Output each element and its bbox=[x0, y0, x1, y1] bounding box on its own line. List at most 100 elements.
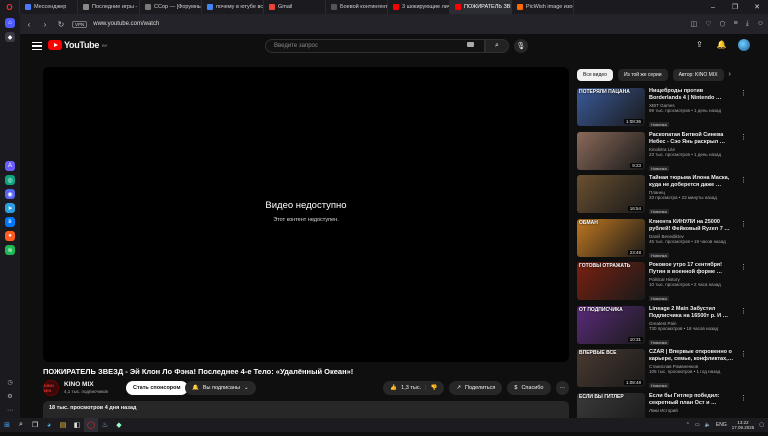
youtube-logo[interactable]: YouTube BY bbox=[48, 40, 107, 50]
spotify-icon[interactable]: ≋ bbox=[5, 245, 15, 255]
related-video-item[interactable]: 16:54 Тайная тюрьма Илона Маска, куда не … bbox=[577, 175, 747, 217]
dislike-icon[interactable]: 👎 bbox=[431, 381, 438, 395]
player-icon[interactable]: ● bbox=[5, 231, 15, 241]
thanks-button[interactable]: $ Спасибо bbox=[507, 381, 551, 395]
create-icon[interactable]: ⇪ bbox=[696, 40, 703, 49]
browser-tab[interactable]: почему в ютубе все вид… bbox=[202, 0, 264, 14]
clock[interactable]: 13:22 17.09.2025 bbox=[732, 420, 755, 431]
video-thumbnail[interactable]: ПОТЕРЯЛИ ПАЦАНА 1:08:36 bbox=[577, 88, 645, 126]
search-button[interactable]: ⌕ bbox=[485, 39, 509, 53]
search-input[interactable]: Введите запрос bbox=[265, 39, 485, 53]
video-thumbnail[interactable]: ОБМАН 23:48 bbox=[577, 218, 645, 257]
related-video-item[interactable]: 9:23 Раскопатая Битвой Синева Небес - Сэо… bbox=[577, 131, 747, 174]
guide-menu-icon[interactable] bbox=[32, 42, 42, 50]
related-video-title[interactable]: Тайная тюрьма Илона Маска, куда не добер… bbox=[649, 175, 737, 189]
opera-taskbar-icon[interactable]: ◯ bbox=[84, 418, 98, 432]
forward-icon[interactable]: › bbox=[40, 20, 50, 29]
steam-icon[interactable]: ♨ bbox=[98, 418, 112, 432]
volume-icon[interactable]: 🔈 bbox=[705, 422, 711, 428]
channel-avatar[interactable]: KINO MIX bbox=[43, 380, 59, 396]
filter-chip[interactable]: Из той же серии bbox=[617, 69, 668, 81]
more-vertical-icon[interactable]: ⋮ bbox=[740, 350, 747, 358]
more-vertical-icon[interactable]: ⋮ bbox=[740, 89, 747, 97]
related-video-title[interactable]: Нищеброды против Borderlands 4 | Nintend… bbox=[649, 88, 737, 102]
browser-tab[interactable]: Боевой контингент 2i Нет… bbox=[326, 0, 388, 14]
aria-icon[interactable]: A bbox=[5, 161, 15, 171]
tray-chevron-icon[interactable]: ⌃ bbox=[686, 422, 690, 428]
browser-tab[interactable]: Последние игры - Inv… bbox=[78, 0, 140, 14]
notifications-bell-icon[interactable]: 🔔 bbox=[717, 40, 727, 49]
share-button[interactable]: ↗ Поделиться bbox=[449, 381, 503, 395]
like-icon[interactable]: 👍 bbox=[390, 381, 397, 395]
related-video-title[interactable]: Если бы Гитлер победил: секретный план О… bbox=[649, 393, 737, 407]
reload-icon[interactable]: ↻ bbox=[56, 20, 66, 29]
related-video-title[interactable]: CZAR | Впервые откровенно о карьере, сем… bbox=[649, 349, 737, 363]
related-video-title[interactable]: Lineage 2 Main Забустил Подписчика на 16… bbox=[649, 306, 737, 320]
minimize-icon[interactable]: – bbox=[702, 0, 724, 14]
browser-tab[interactable]: Gmail bbox=[264, 0, 326, 14]
related-video-item[interactable]: ПОТЕРЯЛИ ПАЦАНА 1:08:36 Нищеброды против B… bbox=[577, 88, 747, 130]
channel-name[interactable]: KINO MIX bbox=[64, 381, 94, 388]
profile-icon[interactable]: ☺ bbox=[757, 20, 764, 28]
close-icon[interactable]: ✕ bbox=[746, 0, 768, 14]
browser-tab[interactable]: PicWish image изображ… bbox=[512, 0, 574, 14]
keyboard-icon[interactable] bbox=[467, 42, 474, 47]
video-thumbnail[interactable]: 9:23 bbox=[577, 131, 645, 170]
easy-setup-icon[interactable]: ≡ bbox=[734, 20, 738, 28]
settings-icon[interactable]: ⚙ bbox=[5, 391, 15, 401]
discord-icon[interactable]: ◉ bbox=[5, 189, 15, 199]
vk-icon[interactable]: в bbox=[5, 217, 15, 227]
chatgpt-icon[interactable]: ◎ bbox=[5, 175, 15, 185]
related-video-item[interactable]: ГОТОВЫ ОТРАЖАТЬ Роковое утро 17 сентября!… bbox=[577, 262, 747, 304]
notifications-icon[interactable]: ▢ bbox=[759, 422, 764, 428]
store-icon[interactable]: ◧ bbox=[70, 418, 84, 432]
opera-menu-button[interactable]: O bbox=[0, 0, 20, 14]
related-video-item[interactable]: ОБМАН 23:48 Клиента КИНУЛИ на 25000 рублей… bbox=[577, 218, 747, 261]
related-video-item[interactable]: ВПЕРВЫЕ ВСЕ 1:08:48 CZAR | Впервые открове… bbox=[577, 349, 747, 391]
subscribed-button[interactable]: 🔔 Вы подписаны ⌄ bbox=[185, 381, 256, 395]
related-video-title[interactable]: Клиента КИНУЛИ на 25000 рублей! Фейковый… bbox=[649, 219, 737, 233]
home-icon[interactable]: ⌂ bbox=[5, 18, 15, 28]
more-vertical-icon[interactable]: ⋮ bbox=[740, 220, 747, 228]
more-icon[interactable]: ⋯ bbox=[5, 405, 15, 415]
voice-search-button[interactable]: 🎙 bbox=[514, 39, 528, 53]
task-view-icon[interactable]: ❐ bbox=[28, 418, 42, 432]
download-icon[interactable]: ⤓ bbox=[746, 20, 749, 28]
browser-tab[interactable]: СCop — [Форумные игр… bbox=[140, 0, 202, 14]
maximize-icon[interactable]: ❐ bbox=[724, 0, 746, 14]
back-icon[interactable]: ‹ bbox=[24, 20, 34, 29]
speed-dial-icon[interactable]: ◆ bbox=[5, 32, 15, 42]
browser-tab[interactable]: 3 шокирующие личност… bbox=[388, 0, 450, 14]
bookmark-heart-icon[interactable]: ♡ bbox=[705, 20, 711, 28]
filter-chip[interactable]: Все видео bbox=[577, 69, 613, 81]
join-button[interactable]: Стать спонсором bbox=[126, 381, 188, 395]
related-video-title[interactable]: Раскопатая Битвой Синева Небес - Сэо Янь… bbox=[649, 132, 737, 146]
more-vertical-icon[interactable]: ⋮ bbox=[740, 394, 747, 402]
history-icon[interactable]: ◷ bbox=[5, 377, 15, 387]
related-video-channel[interactable]: Лики Историй bbox=[649, 408, 737, 413]
more-actions-button[interactable]: ⋯ bbox=[555, 381, 569, 395]
browser-tab[interactable]: ПОЖИРАТЕЛЬ ЗВЕЗД - … bbox=[450, 0, 512, 14]
more-vertical-icon[interactable]: ⋮ bbox=[740, 176, 747, 184]
taskbar-search-icon[interactable]: ⌕ bbox=[14, 418, 28, 432]
browser-tab[interactable]: Мессенджер bbox=[20, 0, 78, 14]
windows-start-icon[interactable]: ⊞ bbox=[0, 418, 14, 432]
edge-icon[interactable]: ◕ bbox=[42, 418, 56, 432]
video-thumbnail[interactable]: ОТ ПОДПИСЧИКА 10:31 bbox=[577, 305, 645, 344]
vpn-badge[interactable]: VPN bbox=[72, 20, 88, 28]
video-player[interactable]: Видео недоступно Этот контент недоступен… bbox=[43, 67, 569, 362]
telegram-icon[interactable]: ➤ bbox=[5, 203, 15, 213]
network-icon[interactable]: ▭ bbox=[695, 422, 700, 428]
video-thumbnail[interactable]: ГОТОВЫ ОТРАЖАТЬ bbox=[577, 262, 645, 300]
app-icon[interactable]: ◆ bbox=[112, 418, 126, 432]
video-thumbnail[interactable]: 16:54 bbox=[577, 175, 645, 213]
extensions-icon[interactable]: ⬡ bbox=[720, 20, 726, 28]
more-vertical-icon[interactable]: ⋮ bbox=[740, 263, 747, 271]
account-avatar[interactable] bbox=[738, 39, 750, 51]
like-count[interactable]: 1,3 тыс. bbox=[401, 381, 421, 395]
description-box[interactable]: 18 тыс. просмотров 4 дня назад bbox=[43, 401, 569, 418]
related-video-item[interactable]: ОТ ПОДПИСЧИКА 10:31 Lineage 2 Main Забусти… bbox=[577, 305, 747, 348]
url-input[interactable]: www.youtube.com/watch bbox=[93, 21, 684, 27]
related-video-title[interactable]: Роковое утро 17 сентября! Путин в военно… bbox=[649, 262, 737, 276]
video-thumbnail[interactable]: ВПЕРВЫЕ ВСЕ 1:08:48 bbox=[577, 349, 645, 387]
